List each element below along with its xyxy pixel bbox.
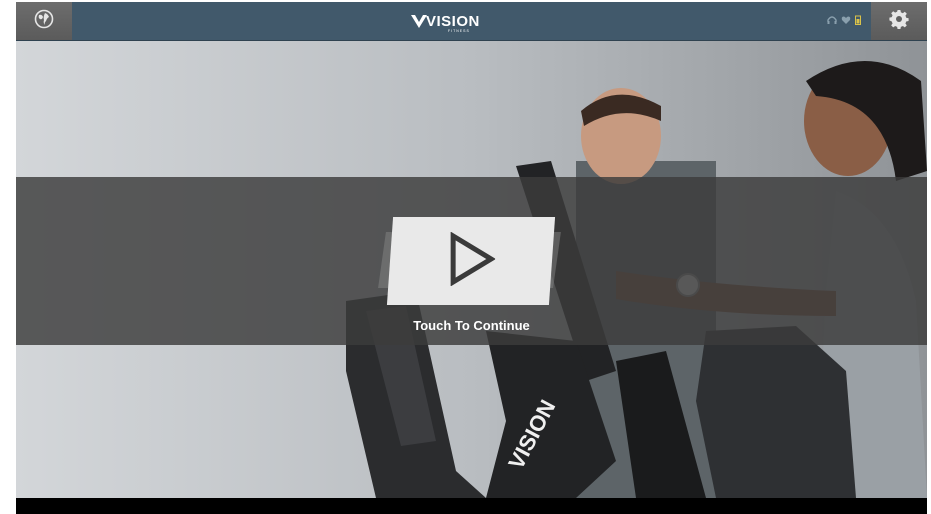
globe-icon bbox=[34, 9, 54, 34]
play-button[interactable] bbox=[386, 217, 556, 305]
settings-button[interactable] bbox=[871, 2, 927, 40]
language-button[interactable] bbox=[16, 2, 72, 40]
bottom-bar bbox=[16, 498, 927, 514]
app-screen: VISION VISION FITNESS Touch To Continue bbox=[16, 2, 927, 514]
brand-text: VISION bbox=[426, 13, 480, 30]
top-bar: VISION FITNESS bbox=[16, 2, 927, 41]
brand-subtext: FITNESS bbox=[448, 29, 470, 33]
start-overlay[interactable]: Touch To Continue bbox=[16, 177, 927, 345]
status-icons bbox=[827, 14, 861, 28]
touch-to-continue-label[interactable]: Touch To Continue bbox=[16, 318, 927, 333]
headphones-icon bbox=[827, 12, 837, 30]
heart-icon bbox=[841, 12, 851, 30]
vision-fitness-logo: VISION FITNESS bbox=[410, 10, 480, 34]
play-icon bbox=[445, 231, 497, 291]
gear-icon bbox=[889, 9, 909, 34]
battery-icon bbox=[855, 12, 861, 30]
